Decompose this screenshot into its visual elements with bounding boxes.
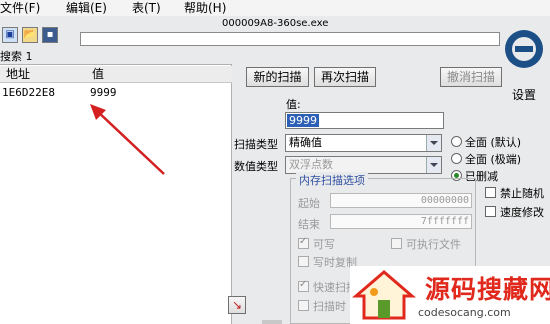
- stop-address-field[interactable]: 7fffffff: [330, 214, 472, 229]
- menu-help[interactable]: 帮助(H): [184, 0, 226, 16]
- process-title: 000009A8-360se.exe: [222, 18, 329, 29]
- settings-label: 设置: [512, 88, 537, 102]
- process-field[interactable]: [80, 32, 500, 46]
- pause-scan-checkbox[interactable]: [298, 300, 309, 311]
- column-value[interactable]: 值: [92, 66, 104, 82]
- executable-checkbox[interactable]: [391, 238, 402, 249]
- value-label: 值:: [286, 98, 301, 111]
- menu-table[interactable]: 表(T): [132, 0, 161, 16]
- speed-modify-checkbox[interactable]: [485, 206, 496, 217]
- radio-all-default-label: 全面 (默认): [465, 136, 522, 149]
- add-address-button[interactable]: ↘: [228, 296, 246, 314]
- value-input-text: 9999: [287, 114, 319, 127]
- writable-label: 可写: [313, 238, 335, 251]
- row-value[interactable]: 9999: [90, 86, 117, 99]
- scan-type-value: 精确值: [289, 136, 322, 149]
- speed-modify-label: 速度修改: [500, 206, 544, 219]
- memory-scan-title: 内存扫描选项: [296, 172, 368, 188]
- menu-edit[interactable]: 编辑(E): [66, 0, 107, 16]
- fast-scan-checkbox[interactable]: [298, 279, 309, 292]
- radio-all-extreme-label: 全面 (极端): [465, 153, 522, 166]
- results-header: [0, 66, 232, 83]
- settings-logo-icon[interactable]: [503, 28, 545, 70]
- chevron-down-icon: [426, 135, 441, 151]
- scan-type-label: 扫描类型: [234, 138, 278, 151]
- open-process-icon[interactable]: ▣: [2, 27, 18, 43]
- chevron-down-icon: [426, 157, 441, 173]
- start-address-field[interactable]: 00000000: [330, 193, 472, 208]
- start-label: 起始: [298, 197, 320, 210]
- row-address[interactable]: 1E6D22E8: [2, 86, 55, 99]
- radio-all-extreme[interactable]: [451, 153, 462, 164]
- disable-random-checkbox[interactable]: [485, 187, 496, 198]
- annotation-arrow-icon: [90, 104, 165, 175]
- save-icon[interactable]: ▪: [42, 27, 58, 43]
- stop-label: 结束: [298, 218, 320, 231]
- value-input[interactable]: 9999: [285, 112, 444, 129]
- new-scan-button[interactable]: 新的扫描: [246, 67, 309, 87]
- watermark-title: 源码搜藏网: [425, 275, 550, 304]
- disable-random-label: 禁止随机: [500, 187, 544, 200]
- scrollbar[interactable]: [262, 320, 282, 324]
- radio-all-default[interactable]: [451, 136, 462, 147]
- value-type-label: 数值类型: [234, 160, 278, 173]
- value-type-value: 双浮点数: [289, 158, 333, 171]
- house-logo-icon: [352, 270, 416, 320]
- copy-on-write-checkbox[interactable]: [298, 256, 309, 267]
- scan-type-select[interactable]: 精确值: [285, 134, 442, 152]
- writable-checkbox[interactable]: [298, 236, 309, 249]
- open-file-icon[interactable]: 📂: [22, 27, 38, 43]
- pause-scan-label: 扫描时: [313, 300, 346, 313]
- column-address[interactable]: 地址: [6, 66, 30, 82]
- undo-scan-button[interactable]: 撤消扫描: [440, 67, 502, 87]
- next-scan-button[interactable]: 再次扫描: [314, 67, 376, 87]
- executable-label: 可执行文件: [406, 238, 461, 251]
- found-count: 搜索 1: [0, 50, 33, 63]
- menu-file[interactable]: 文件(F): [0, 0, 40, 16]
- watermark-url: codesocang.com: [418, 306, 511, 319]
